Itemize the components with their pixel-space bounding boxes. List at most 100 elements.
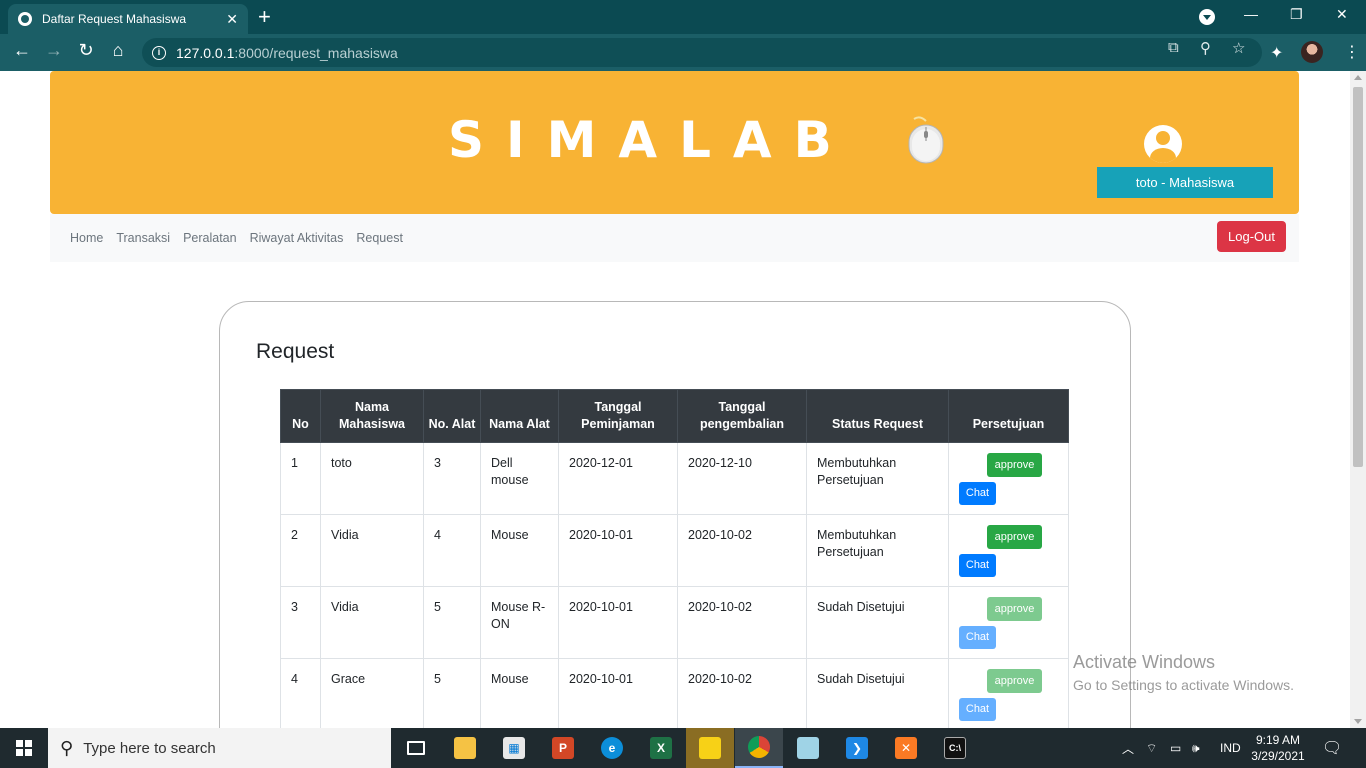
cell-no: 4 xyxy=(280,658,321,728)
cell-status: Sudah Disetujui xyxy=(806,586,949,659)
scrollbar-thumb[interactable] xyxy=(1353,87,1363,467)
nav-riwayat-aktivitas[interactable]: Riwayat Aktivitas xyxy=(250,231,344,245)
cell-no: 1 xyxy=(280,442,321,515)
tab-search-icon[interactable] xyxy=(1199,9,1215,25)
new-tab-button[interactable]: + xyxy=(258,5,271,29)
chat-button-disabled[interactable]: Chat xyxy=(959,626,996,649)
taskbar-store[interactable]: ▦ xyxy=(490,728,538,768)
cell-pinjam: 2020-12-01 xyxy=(558,442,678,515)
notepad-icon xyxy=(797,737,819,759)
cell-no-alat: 5 xyxy=(423,658,481,728)
close-window-button[interactable]: ✕ xyxy=(1336,6,1348,23)
language-indicator[interactable]: IND xyxy=(1220,728,1241,768)
taskbar-notepad[interactable] xyxy=(784,728,832,768)
site-info-icon[interactable]: i xyxy=(152,45,166,60)
cell-actions: approve Chat xyxy=(948,442,1069,515)
clock-time: 9:19 AM xyxy=(1255,733,1301,747)
battery-icon[interactable]: ▭ xyxy=(1170,728,1181,768)
cell-alat: Mouse R-ON xyxy=(480,586,559,659)
url-host: 127.0.0.1 xyxy=(176,44,235,61)
restore-button[interactable]: ❐ xyxy=(1290,6,1303,23)
taskbar-excel[interactable]: X xyxy=(637,728,685,768)
menu-icon[interactable]: ⋮ xyxy=(1344,42,1360,62)
cell-actions: approve Chat xyxy=(948,586,1069,659)
col-header: No. Alat xyxy=(423,389,481,443)
approve-button-disabled[interactable]: approve xyxy=(987,669,1042,693)
search-icon: ⚲ xyxy=(60,737,74,758)
volume-icon[interactable]: 🕪 xyxy=(1192,728,1200,768)
taskbar-file-explorer[interactable] xyxy=(441,728,489,768)
reload-icon[interactable]: ↻ xyxy=(74,40,98,61)
address-bar[interactable]: i 127.0.0.1:8000/request_mahasiswa xyxy=(142,38,1262,67)
cell-nama: Vidia xyxy=(320,514,424,587)
page-container: SIMALAB toto - Mahasiswa Home Transaksi … xyxy=(50,71,1299,728)
cell-alat: Dell mouse xyxy=(480,442,559,515)
nav-request[interactable]: Request xyxy=(356,231,403,245)
taskbar-xampp[interactable]: ✕ xyxy=(882,728,930,768)
user-badge[interactable]: toto - Mahasiswa xyxy=(1097,167,1273,198)
taskbar-clock[interactable]: 9:19 AM 3/29/2021 xyxy=(1248,732,1308,764)
network-icon[interactable]: ⌔ xyxy=(1146,728,1157,768)
page-viewport: SIMALAB toto - Mahasiswa Home Transaksi … xyxy=(0,71,1350,728)
extensions-icon[interactable]: ✦ xyxy=(1270,43,1283,63)
nav-transaksi[interactable]: Transaksi xyxy=(116,231,170,245)
home-icon[interactable]: ⌂ xyxy=(106,40,130,61)
logout-button[interactable]: Log-Out xyxy=(1217,221,1286,252)
translate-icon[interactable]: ⧉ xyxy=(1168,39,1179,56)
approve-button[interactable]: approve xyxy=(987,525,1042,549)
profile-avatar[interactable] xyxy=(1301,41,1323,63)
activate-windows-watermark: Activate Windows Go to Settings to activ… xyxy=(1073,652,1294,693)
cell-pinjam: 2020-10-01 xyxy=(558,514,678,587)
browser-tab[interactable]: Daftar Request Mahasiswa ✕ xyxy=(8,4,248,34)
approve-button[interactable]: approve xyxy=(987,453,1042,477)
cell-alat: Mouse xyxy=(480,658,559,728)
task-view-icon xyxy=(407,741,425,755)
cell-actions: approve Chat xyxy=(948,514,1069,587)
table-row: 4 Grace 5 Mouse 2020-10-01 2020-10-02 Su… xyxy=(280,658,1069,728)
cell-nama: toto xyxy=(320,442,424,515)
taskbar-vscode[interactable]: ❯ xyxy=(833,728,881,768)
search-placeholder: Type here to search xyxy=(83,739,216,757)
cell-no: 2 xyxy=(280,514,321,587)
taskbar-powerpoint[interactable]: P xyxy=(539,728,587,768)
cell-status: Membutuhkan Persetujuan xyxy=(806,442,949,515)
back-icon[interactable]: ← xyxy=(10,40,34,61)
page-title: Request xyxy=(256,340,335,363)
chat-button[interactable]: Chat xyxy=(959,482,996,505)
tray-chevron-icon[interactable]: ︿ xyxy=(1122,728,1134,768)
approve-button-disabled[interactable]: approve xyxy=(987,597,1042,621)
tab-close-icon[interactable]: ✕ xyxy=(226,11,238,28)
browser-titlebar: Daftar Request Mahasiswa ✕ + — ❐ ✕ xyxy=(0,0,1366,34)
windows-taskbar: ⚲ Type here to search ▦ P e X ❯ ✕ C:\ ︿ … xyxy=(0,728,1366,768)
cell-actions: approve Chat xyxy=(948,658,1069,728)
nav-peralatan[interactable]: Peralatan xyxy=(183,231,237,245)
cell-no-alat: 5 xyxy=(423,586,481,659)
zoom-icon[interactable]: ⚲ xyxy=(1200,39,1211,57)
taskbar-sticky-notes[interactable] xyxy=(686,728,734,768)
scroll-down-icon[interactable] xyxy=(1354,719,1362,724)
taskbar-chrome[interactable] xyxy=(735,728,783,768)
minimize-button[interactable]: — xyxy=(1244,6,1258,22)
start-button[interactable] xyxy=(0,728,48,768)
nav-home[interactable]: Home xyxy=(70,231,103,245)
cell-pinjam: 2020-10-01 xyxy=(558,658,678,728)
page-scrollbar[interactable] xyxy=(1350,71,1366,728)
taskbar-edge[interactable]: e xyxy=(588,728,636,768)
table-row: 2 Vidia 4 Mouse 2020-10-01 2020-10-02 Me… xyxy=(280,514,1069,587)
chrome-icon xyxy=(748,736,770,758)
col-header: No xyxy=(280,389,321,443)
taskbar-search[interactable]: ⚲ Type here to search xyxy=(48,728,391,768)
scroll-up-icon[interactable] xyxy=(1354,75,1362,80)
notifications-icon[interactable]: 🗨 xyxy=(1322,738,1342,758)
bookmark-star-icon[interactable]: ☆ xyxy=(1232,39,1245,57)
clock-date: 3/29/2021 xyxy=(1251,749,1305,763)
taskbar-terminal[interactable]: C:\ xyxy=(931,728,979,768)
request-card: Request No Nama Mahasiswa No. Alat Nama … xyxy=(219,301,1131,728)
brand-title: SIMALAB xyxy=(448,111,854,169)
forward-icon[interactable]: → xyxy=(42,40,66,61)
task-view-button[interactable] xyxy=(392,728,440,768)
request-table: No Nama Mahasiswa No. Alat Nama Alat Tan… xyxy=(280,389,1069,728)
chat-button-disabled[interactable]: Chat xyxy=(959,698,996,721)
chat-button[interactable]: Chat xyxy=(959,554,996,577)
cell-kembali: 2020-10-02 xyxy=(677,514,807,587)
